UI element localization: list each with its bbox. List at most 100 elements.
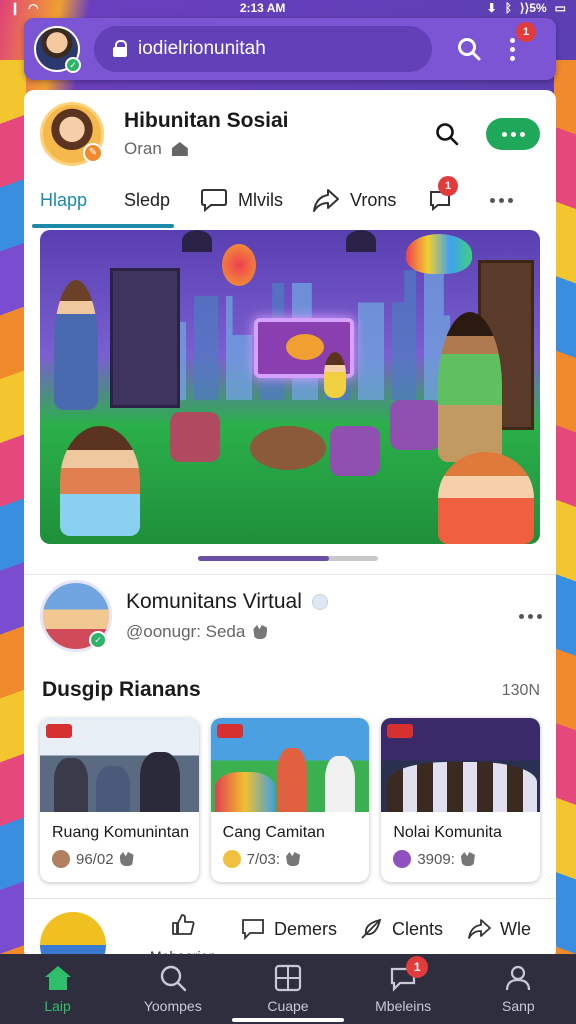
section-count[interactable]: 130N	[502, 682, 540, 700]
feather-icon	[361, 918, 382, 939]
nav-home[interactable]: Laip	[3, 964, 113, 1014]
nav-search[interactable]: Yoompes	[118, 964, 228, 1014]
live-tag	[387, 724, 414, 738]
globe-icon	[393, 850, 412, 868]
comment-icon	[201, 189, 227, 213]
tab-vrons[interactable]: Vrons	[312, 174, 428, 226]
profile-icon	[506, 965, 531, 991]
lamp	[346, 230, 376, 252]
browser-menu-button[interactable]: 1	[502, 22, 536, 64]
figure	[140, 752, 180, 812]
search-button[interactable]	[454, 34, 484, 64]
hand-icon	[119, 852, 134, 866]
community-avatar[interactable]: ✓	[40, 580, 112, 652]
thumbs-up-icon	[172, 914, 195, 935]
nav-label: Mbeleins	[375, 998, 432, 1014]
nav-messages[interactable]: 1 Mbeleins	[348, 956, 458, 1014]
nav-label: Yoompes	[143, 998, 202, 1014]
left-decorative-stripes	[0, 60, 26, 960]
community-more-button[interactable]	[519, 613, 542, 619]
post-avatar[interactable]	[40, 912, 106, 960]
like-button[interactable]: Mebaarien	[150, 912, 216, 960]
more-icon	[490, 197, 513, 203]
hero-image[interactable]	[40, 230, 540, 544]
armchair	[390, 400, 440, 450]
browser-bar: ✓ iodielrionunitah 1	[24, 18, 556, 80]
comment-icon	[242, 919, 264, 941]
armchair	[330, 426, 380, 476]
url-field[interactable]: iodielrionunitah	[94, 26, 432, 72]
character	[438, 312, 502, 462]
lock-icon	[112, 40, 128, 58]
card-thumbnail	[381, 718, 541, 812]
bluetooth-icon: ᛒ	[504, 1, 512, 15]
profile-subtitle: Oran	[124, 139, 162, 158]
grid-icon	[274, 964, 302, 992]
signal-text: ⟩⟩5%	[519, 1, 547, 15]
community-card[interactable]: Cang Camitan 7/03:	[210, 718, 370, 882]
card-thumbnail	[210, 718, 370, 812]
divider	[24, 574, 556, 575]
home-icon	[44, 966, 71, 990]
hot-air-balloon	[406, 234, 472, 274]
status-bar: ❙ ◠ 2:13 AM ⬇ ᛒ ⟩⟩5% ▭	[0, 0, 576, 16]
community-card[interactable]: Nolai Komunita 3909:	[381, 718, 541, 882]
section-title: Dusgip Rianans	[42, 678, 201, 701]
right-decorative-stripes	[554, 60, 576, 960]
more-options-button[interactable]	[486, 118, 540, 150]
share-button[interactable]: Clents	[358, 916, 443, 942]
hand-icon	[253, 625, 268, 639]
nav-label: Sanp	[501, 998, 535, 1014]
figure	[276, 748, 307, 812]
tab-sledp[interactable]: Sledp	[124, 174, 200, 226]
balloon	[222, 244, 256, 286]
avatar-icon	[52, 850, 70, 868]
carousel-indicator-thumb	[198, 556, 330, 561]
tab-label: Sledp	[124, 189, 171, 210]
profile-search-button[interactable]	[434, 121, 460, 147]
search-icon	[160, 965, 186, 992]
share-icon	[313, 189, 339, 212]
url-text: iodielrionunitah	[138, 38, 266, 59]
nav-grid[interactable]: Cuape	[233, 964, 343, 1014]
live-tag	[46, 724, 72, 738]
character	[438, 452, 534, 544]
comment-button[interactable]: Demers	[240, 916, 337, 942]
browser-notification-badge: 1	[516, 22, 536, 42]
tab-mlvils[interactable]: Mlvils	[200, 174, 312, 226]
divider	[24, 898, 556, 899]
tab-hlapp[interactable]: Hlapp	[32, 174, 174, 228]
community-card[interactable]: Ruang Komunintan 96/02	[40, 718, 199, 882]
card-title: Nolai Komunita	[393, 824, 502, 841]
nav-label: Laip	[44, 998, 71, 1014]
figure	[96, 766, 130, 812]
community-handle: @oonugr: Seda	[126, 622, 246, 641]
status-time: 2:13 AM	[239, 1, 286, 15]
globe-icon	[311, 594, 328, 610]
carousel-indicator[interactable]	[198, 556, 378, 561]
community-name: Komunitans Virtual	[126, 590, 302, 613]
download-icon: ⬇	[486, 1, 497, 15]
tab-more[interactable]	[490, 174, 530, 226]
verified-icon: ✓	[65, 57, 81, 73]
post-actions: Mebaarien Demers Clents Wle	[24, 902, 556, 960]
house-icon	[171, 142, 188, 156]
rainbow-figure	[214, 772, 275, 812]
hand-icon	[286, 852, 301, 866]
share-label: Clents	[392, 918, 444, 939]
user-avatar[interactable]: ✓	[34, 26, 81, 73]
nav-profile[interactable]: Sanp	[463, 964, 573, 1014]
card-stat: 3909:	[417, 850, 455, 868]
hand-icon	[460, 852, 475, 866]
card-stat: 96/02	[76, 850, 114, 868]
comment-label: Demers	[274, 918, 338, 939]
profile-avatar[interactable]: ✎	[40, 102, 104, 166]
card-thumbnail	[40, 718, 199, 812]
armchair	[170, 412, 220, 462]
home-indicator	[232, 1018, 344, 1022]
forward-button[interactable]: Wle	[466, 916, 531, 942]
wifi-icon: ◠	[28, 1, 39, 15]
bookshelf	[110, 268, 180, 408]
tab-chat[interactable]: 1	[428, 174, 490, 226]
figure	[54, 758, 88, 812]
